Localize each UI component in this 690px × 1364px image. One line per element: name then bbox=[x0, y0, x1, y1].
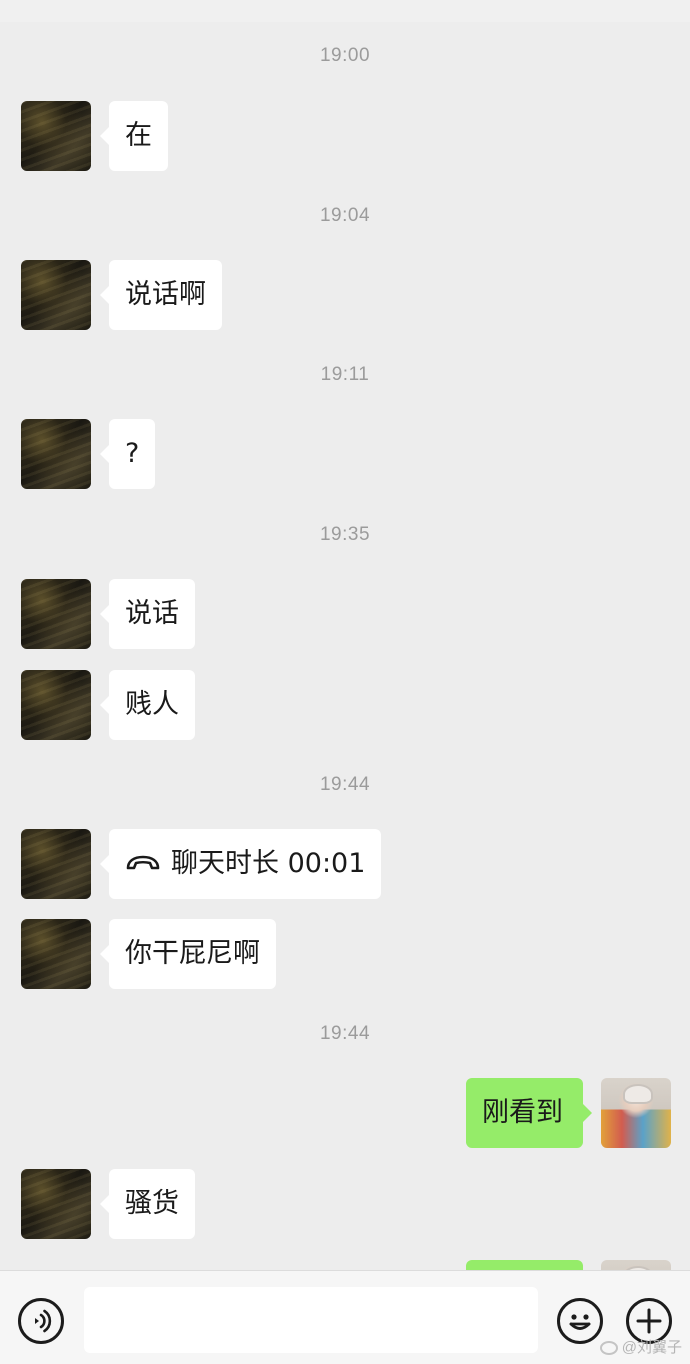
incoming-message-bubble[interactable]: 说话 bbox=[100, 579, 195, 649]
voice-icon bbox=[35, 1309, 52, 1333]
incoming-message-bubble[interactable]: 在 bbox=[100, 101, 168, 171]
voice-button[interactable] bbox=[18, 1298, 64, 1344]
incoming-message-bubble[interactable]: 贱人 bbox=[100, 670, 195, 740]
outgoing-message-bubble[interactable] bbox=[466, 1260, 583, 1270]
weibo-watermark: @刘翼子 bbox=[599, 1336, 682, 1357]
contact-avatar[interactable] bbox=[21, 829, 91, 899]
incoming-message-bubble[interactable]: ? bbox=[99, 419, 156, 489]
timestamp: 19:35 bbox=[319, 524, 371, 545]
chat-message-list[interactable]: 19:00 在 19:04 说话啊 19:11 ? 19:35 说话 贱人 19… bbox=[0, 0, 690, 1270]
timestamp: 19:44 bbox=[319, 774, 371, 795]
contact-avatar[interactable] bbox=[21, 260, 91, 330]
call-duration-label: 聊天时长 00:01 bbox=[171, 848, 366, 879]
contact-avatar[interactable] bbox=[21, 1169, 91, 1239]
watermark-text: @刘翼子 bbox=[621, 1339, 682, 1356]
outgoing-message-bubble[interactable]: 刚看到 bbox=[466, 1078, 592, 1148]
message-input-bar bbox=[0, 1270, 690, 1364]
contact-avatar[interactable] bbox=[21, 670, 91, 740]
weibo-logo-icon bbox=[599, 1341, 618, 1356]
incoming-message-bubble[interactable]: 骚货 bbox=[100, 1169, 195, 1239]
incoming-message-bubble[interactable]: 说话啊 bbox=[100, 260, 222, 330]
contact-avatar[interactable] bbox=[21, 101, 91, 171]
contact-avatar[interactable] bbox=[21, 919, 91, 989]
contact-avatar[interactable] bbox=[21, 579, 91, 649]
timestamp: 19:11 bbox=[320, 364, 370, 385]
emoji-button[interactable] bbox=[557, 1298, 603, 1344]
user-avatar[interactable] bbox=[601, 1260, 671, 1270]
timestamp: 19:04 bbox=[319, 205, 371, 226]
incoming-message-bubble[interactable]: 你干屁尼啊 bbox=[100, 919, 276, 989]
message-text-input[interactable] bbox=[84, 1287, 538, 1353]
call-record-bubble[interactable]: 聊天时长 00:01 bbox=[99, 829, 382, 899]
emoji-icon bbox=[569, 1314, 591, 1330]
timestamp: 19:44 bbox=[319, 1023, 371, 1044]
user-avatar[interactable] bbox=[601, 1078, 671, 1148]
contact-avatar[interactable] bbox=[21, 419, 91, 489]
phone-hangup-icon bbox=[126, 855, 160, 869]
timestamp: 19:00 bbox=[319, 45, 371, 66]
